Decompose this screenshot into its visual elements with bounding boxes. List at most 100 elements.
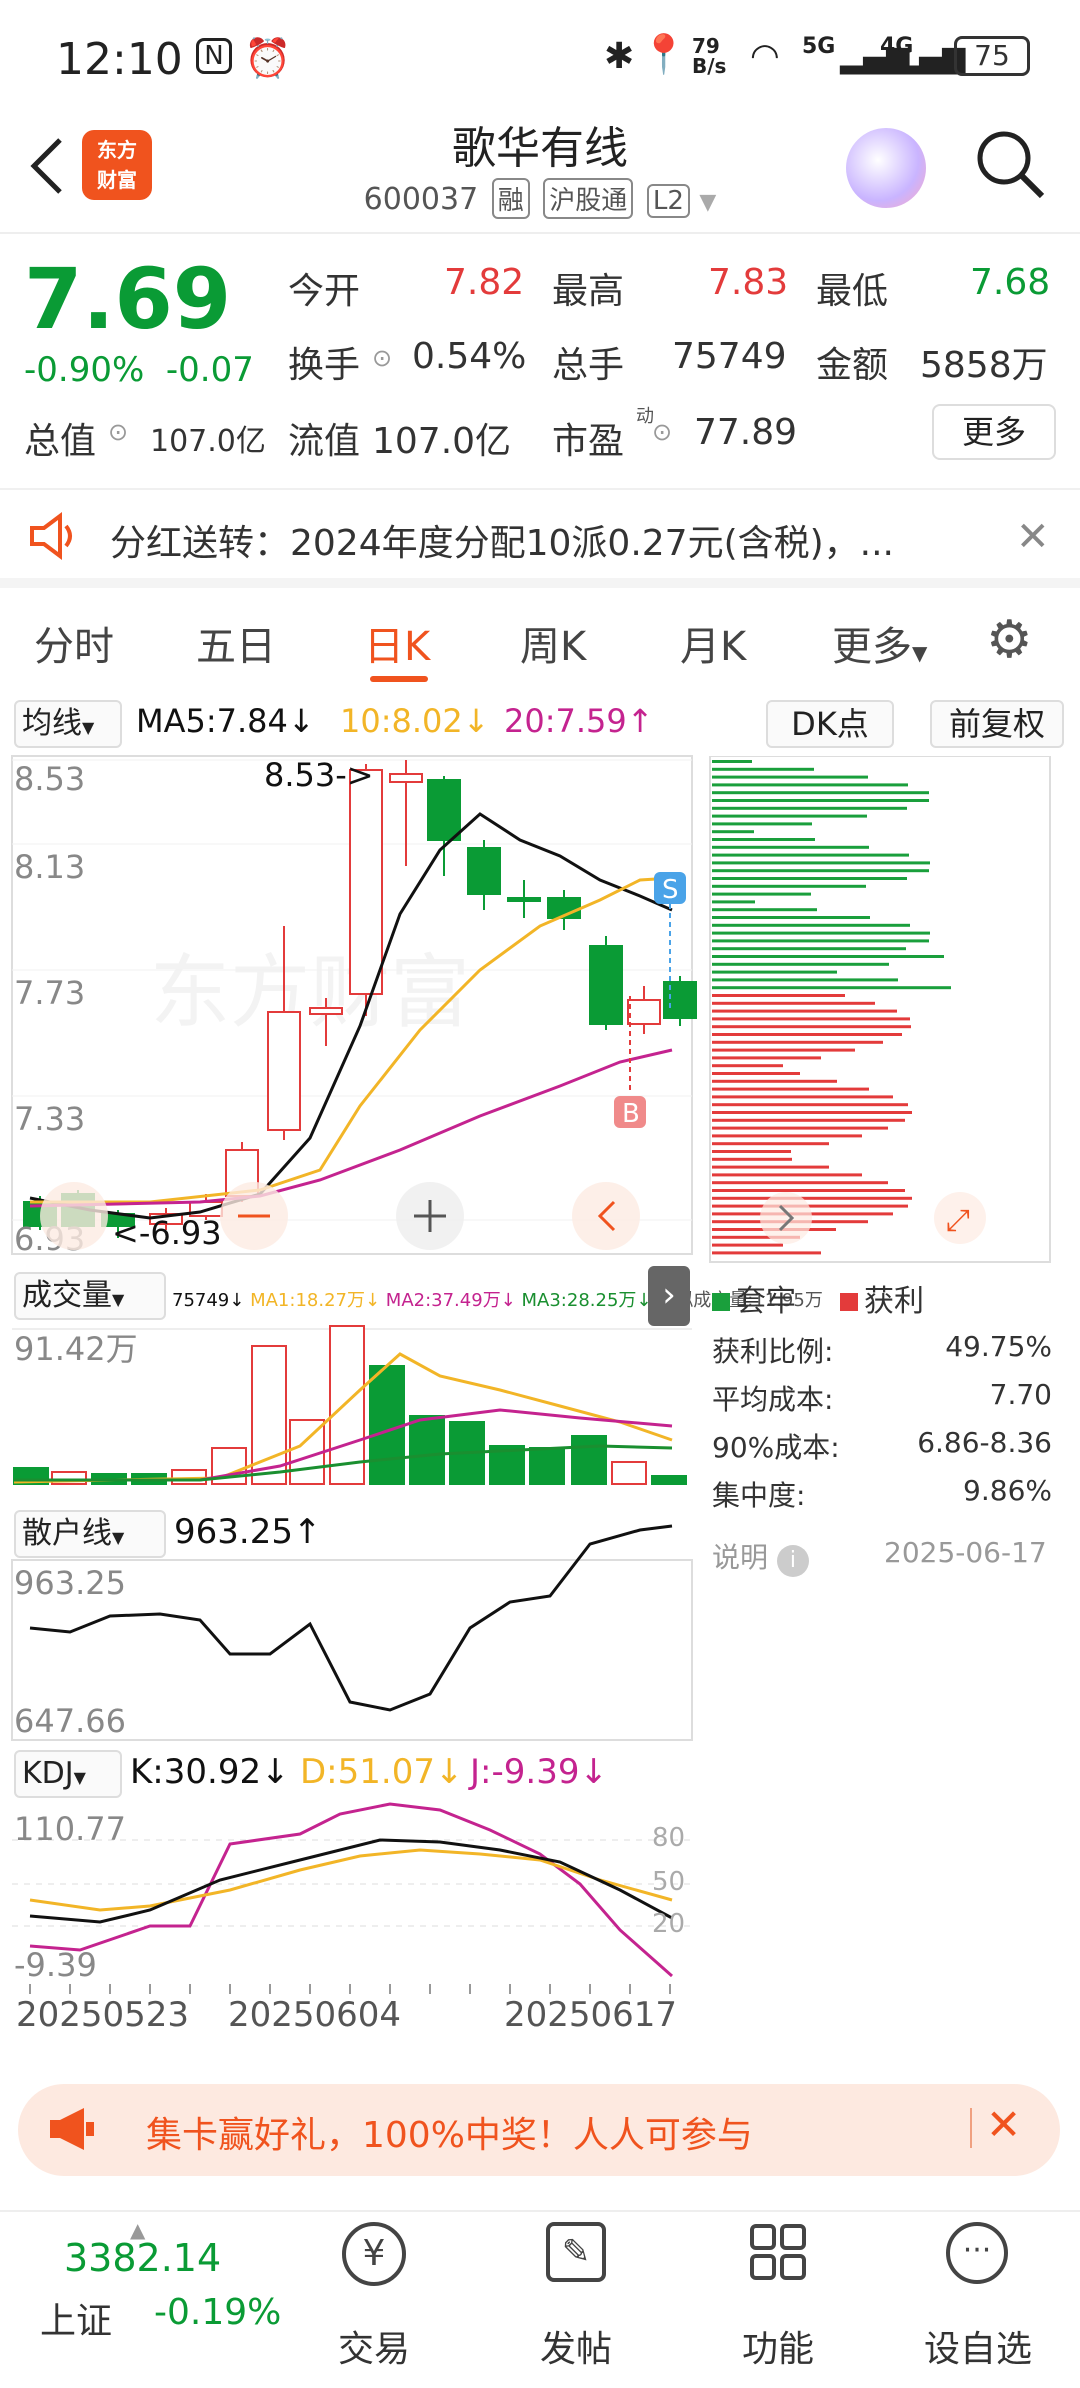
vol-max-label: 91.42万: [14, 1330, 138, 1368]
low-note: <-6.93: [112, 1214, 222, 1252]
chip-row-value: 49.75%: [945, 1330, 1052, 1363]
chip-bar: [712, 884, 866, 888]
info-icon[interactable]: ⊙: [372, 344, 392, 372]
chip-bar: [712, 978, 898, 982]
y-label-1: 8.13: [14, 848, 85, 886]
info-icon[interactable]: ⊙: [652, 418, 672, 446]
tab-more[interactable]: 更多▼: [832, 614, 927, 672]
promo-close-icon[interactable]: ✕: [986, 2100, 1021, 2149]
wifi-icon: ◠: [750, 36, 780, 76]
chip-bar: [712, 1181, 888, 1185]
tab-five-day[interactable]: 五日: [196, 614, 276, 672]
volume-label: 成交量: [22, 1278, 112, 1313]
dropdown-icon[interactable]: ▼: [699, 190, 716, 215]
tab-underline: [370, 676, 428, 682]
chip-bar: [712, 1165, 829, 1169]
more-button[interactable]: 更多: [932, 404, 1056, 460]
adjust-label: 前复权: [948, 705, 1045, 743]
candle-body: [427, 779, 461, 841]
high-note: 8.53->: [264, 756, 374, 794]
chip-bar: [712, 799, 929, 802]
kdj-label: KDJ: [22, 1756, 74, 1791]
settings-gear-icon[interactable]: ⚙: [986, 610, 1033, 670]
prev-button: [40, 1182, 108, 1250]
chip-bar: [712, 775, 868, 779]
tab-monthly-k[interactable]: 月K: [680, 614, 746, 672]
chip-bar: [712, 767, 814, 771]
close-icon[interactable]: ✕: [1016, 514, 1050, 560]
nfc-icon: N: [196, 38, 232, 74]
nav-post[interactable]: 发帖: [516, 2320, 636, 2372]
high-label: 最高: [552, 271, 625, 312]
chip-bar: [712, 923, 910, 927]
tab-intraday[interactable]: 分时: [34, 614, 114, 672]
pe-label: 市盈: [552, 421, 625, 462]
chip-note[interactable]: 说明 i: [712, 1536, 809, 1577]
retail-max: 963.25: [14, 1564, 126, 1602]
chip-bar: [712, 955, 944, 958]
chip-bar: [712, 830, 754, 834]
nav-trade[interactable]: 交易: [314, 2320, 434, 2372]
add-watchlist-icon[interactable]: ···: [946, 2222, 1008, 2284]
date-mid: 20250604: [228, 1995, 401, 2035]
chip-bar: [712, 994, 845, 997]
chip-row-label: 获利比例:: [712, 1335, 834, 1368]
chip-distribution[interactable]: ⤢: [708, 756, 1054, 1264]
chip-bar: [712, 1150, 791, 1153]
amount-label: 金额: [816, 345, 889, 386]
tab-weekly-k[interactable]: 周K: [520, 614, 586, 672]
candle-body: [349, 769, 383, 995]
volume-bar: [329, 1325, 365, 1485]
post-icon[interactable]: ✎: [546, 2222, 606, 2282]
vol-info: 75749↓: [172, 1290, 245, 1311]
volume-bar: [369, 1365, 405, 1485]
amount-value: 5858万: [920, 345, 1048, 386]
chip-bar: [712, 931, 930, 935]
kdj-k-value: K:30.92↓: [130, 1752, 290, 1792]
chip-row-label: 90%成本:: [712, 1431, 840, 1464]
promo-text[interactable]: 集卡赢好礼，100%中奖！人人可参与: [146, 2106, 753, 2158]
chip-bar: [712, 1048, 855, 1052]
ma-label: 均线: [22, 706, 82, 741]
chip-bar: [712, 962, 889, 966]
adjust-button[interactable]: 前复权: [930, 700, 1064, 748]
chip-bar: [712, 939, 929, 943]
chip-bar: [712, 1040, 883, 1044]
index-change[interactable]: -0.19%: [154, 2292, 281, 2333]
low-label: 最低: [816, 271, 889, 312]
kline-chart[interactable]: 东方财富 8.53 8.13 7.73 7.33 6.93 8.53-> <-6…: [0, 750, 700, 2070]
notice-text[interactable]: 分红送转：2024年度分配10派0.27元(含税)，...: [110, 514, 930, 566]
high-value: 7.83: [708, 262, 789, 303]
chip-bar: [712, 908, 817, 912]
index-name[interactable]: 上证: [40, 2292, 112, 2344]
open-value: 7.82: [444, 262, 525, 303]
function-grid-icon[interactable]: [748, 2222, 808, 2286]
expand-arrow-icon[interactable]: ›: [648, 1266, 690, 1326]
left-button: [572, 1182, 640, 1250]
retail-select[interactable]: 散户线▼: [14, 1510, 166, 1558]
info-icon[interactable]: ⊙: [108, 418, 128, 446]
chip-bar: [712, 1087, 869, 1091]
ma-select[interactable]: 均线▼: [14, 700, 122, 748]
chip-row-value: 6.86-8.36: [917, 1426, 1052, 1459]
chip-row-value: 9.86%: [963, 1474, 1052, 1507]
chip-bar: [712, 1196, 912, 1200]
trade-icon[interactable]: ¥: [342, 2222, 406, 2286]
ma20-line: [29, 1048, 673, 1208]
chip-bar: [712, 853, 909, 857]
tag-connect: 沪股通: [543, 178, 634, 219]
index-value[interactable]: 3382.14: [64, 2236, 221, 2280]
alarm-icon: ⏰: [244, 36, 292, 80]
tab-daily-k[interactable]: 日K: [364, 614, 430, 672]
robot-avatar-icon[interactable]: [846, 128, 926, 208]
chip-bar: [712, 791, 929, 795]
chip-bar: [712, 822, 812, 826]
nav-function[interactable]: 功能: [718, 2320, 838, 2372]
volume-select[interactable]: 成交量▼: [14, 1272, 166, 1320]
search-icon[interactable]: [970, 124, 1050, 208]
kdj-select[interactable]: KDJ▼: [14, 1750, 122, 1798]
b-marker-label: B: [622, 1099, 640, 1129]
nav-add-watchlist[interactable]: 设自选: [918, 2320, 1038, 2372]
kdj-level-80: 80: [652, 1823, 685, 1853]
dk-point-button[interactable]: DK点: [766, 700, 894, 748]
